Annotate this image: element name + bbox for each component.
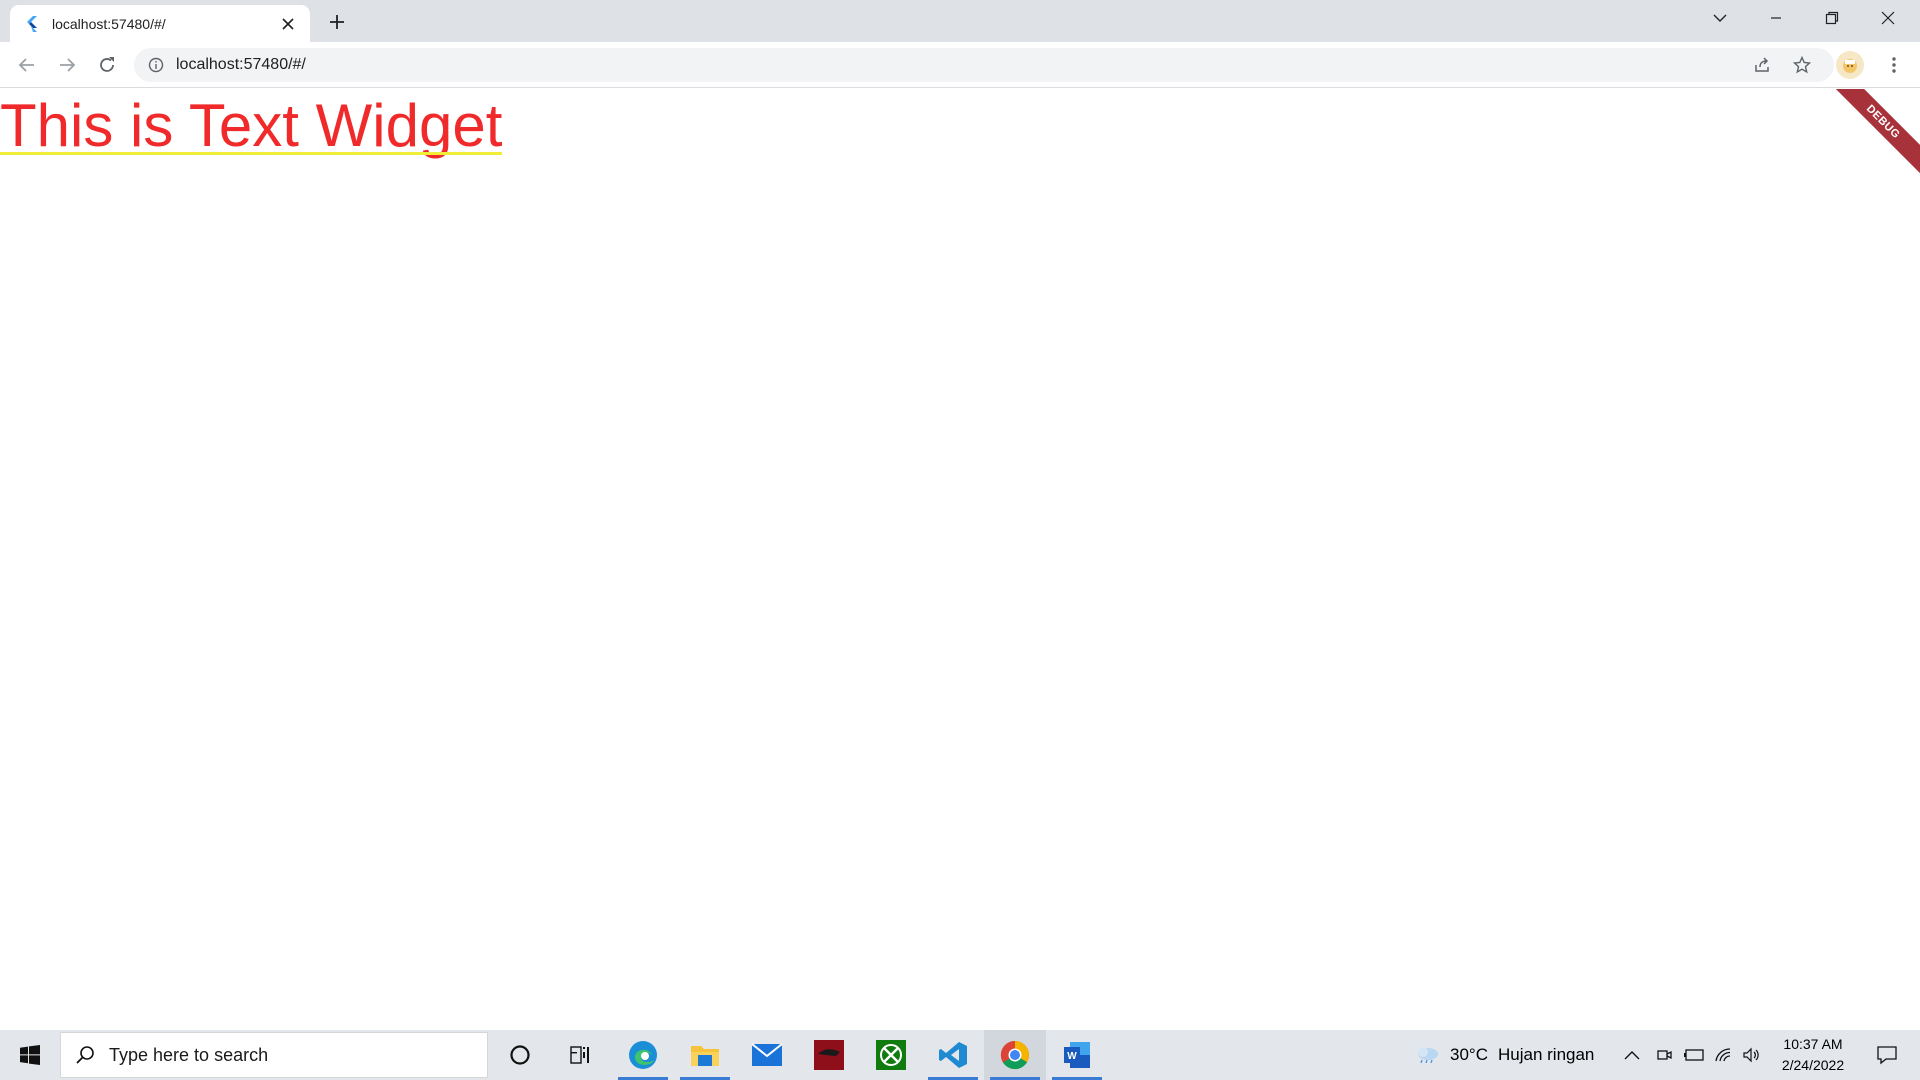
taskbar: W 30°C Hujan ringan 10:37 AM 2/24/2022 xyxy=(0,1030,1920,1080)
back-button[interactable] xyxy=(11,49,43,81)
cortana-icon[interactable] xyxy=(489,1030,551,1080)
meet-now-icon[interactable] xyxy=(1655,1030,1673,1080)
text-widget-label: This is Text Widget xyxy=(0,92,503,159)
new-tab-button[interactable] xyxy=(322,8,352,36)
site-info-icon[interactable] xyxy=(148,57,164,73)
debug-banner: DEBUG xyxy=(1822,89,1920,183)
address-bar[interactable]: localhost:57480/#/ xyxy=(134,48,1834,82)
show-hidden-icons[interactable] xyxy=(1624,1030,1640,1080)
taskbar-search[interactable] xyxy=(60,1032,488,1078)
search-input[interactable] xyxy=(109,1044,469,1066)
text-widget: This is Text Widget xyxy=(0,91,503,161)
battery-icon[interactable] xyxy=(1683,1030,1705,1080)
taskbar-clock[interactable]: 10:37 AM 2/24/2022 xyxy=(1770,1034,1856,1076)
share-icon[interactable] xyxy=(1746,49,1778,81)
clock-date: 2/24/2022 xyxy=(1781,1057,1845,1073)
close-window-button[interactable] xyxy=(1860,0,1916,36)
notifications-icon[interactable] xyxy=(1862,1030,1912,1080)
weather-temp: 30°C xyxy=(1450,1045,1488,1064)
wifi-icon[interactable] xyxy=(1714,1030,1734,1080)
bookmark-star-icon[interactable] xyxy=(1786,49,1818,81)
svg-text:W: W xyxy=(1067,1051,1077,1062)
edge-icon[interactable] xyxy=(612,1030,674,1080)
file-explorer-icon[interactable] xyxy=(674,1030,736,1080)
tab-search-icon[interactable] xyxy=(1692,0,1748,36)
tab-strip: localhost:57480/#/ xyxy=(0,0,1920,42)
weather-widget[interactable]: 30°C Hujan ringan xyxy=(1414,1030,1594,1080)
profile-avatar[interactable] xyxy=(1836,51,1864,79)
search-icon xyxy=(75,1045,95,1065)
word-icon[interactable]: W xyxy=(1046,1030,1108,1080)
start-button[interactable] xyxy=(0,1030,60,1080)
app-red-icon[interactable] xyxy=(798,1030,860,1080)
flutter-icon xyxy=(24,15,40,32)
forward-button[interactable] xyxy=(51,49,83,81)
browser-menu-icon[interactable] xyxy=(1878,49,1910,81)
weather-cloud-icon xyxy=(1414,1043,1440,1068)
task-view-icon[interactable] xyxy=(549,1030,611,1080)
mail-icon[interactable] xyxy=(736,1030,798,1080)
reload-button[interactable] xyxy=(91,49,123,81)
tab-title: localhost:57480/#/ xyxy=(52,15,166,32)
minimize-button[interactable] xyxy=(1748,0,1804,36)
chrome-icon[interactable] xyxy=(984,1030,1046,1080)
browser-tab[interactable]: localhost:57480/#/ xyxy=(10,5,310,42)
close-tab-icon[interactable] xyxy=(278,14,298,34)
browser-toolbar: localhost:57480/#/ xyxy=(0,42,1920,88)
xbox-icon[interactable] xyxy=(860,1030,922,1080)
url-text[interactable]: localhost:57480/#/ xyxy=(176,56,306,74)
page-viewport: This is Text Widget DEBUG xyxy=(0,89,1920,1030)
restore-button[interactable] xyxy=(1804,0,1860,36)
vscode-icon[interactable] xyxy=(922,1030,984,1080)
clock-time: 10:37 AM xyxy=(1783,1036,1843,1052)
weather-desc: Hujan ringan xyxy=(1497,1045,1595,1064)
volume-icon[interactable] xyxy=(1742,1030,1762,1080)
